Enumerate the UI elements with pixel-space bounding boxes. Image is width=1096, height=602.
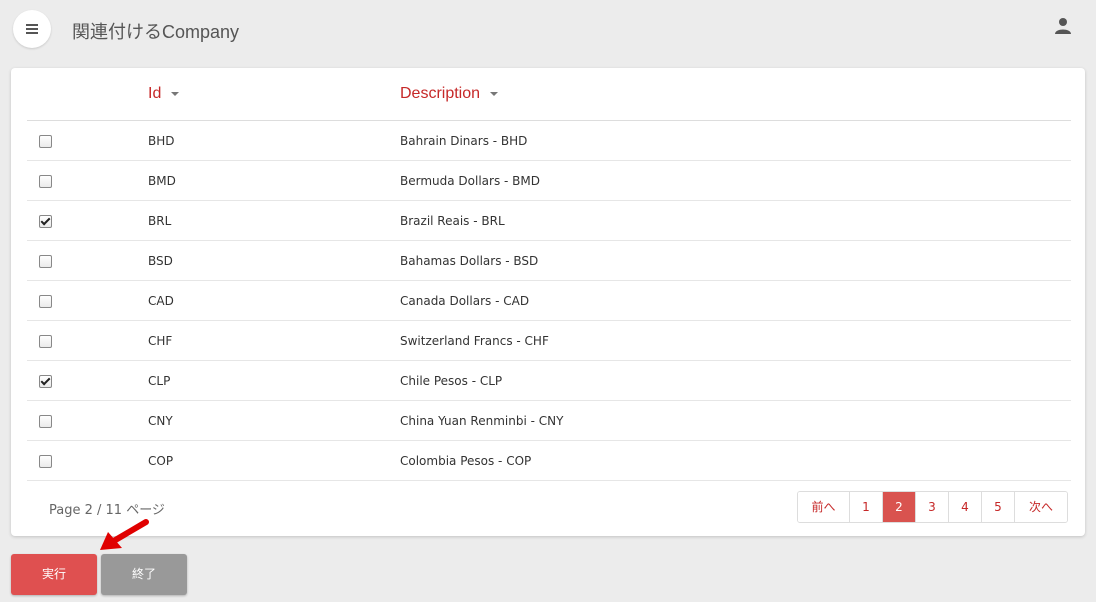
table-row[interactable]: CNY China Yuan Renminbi - CNY <box>27 400 1071 441</box>
row-checkbox[interactable] <box>39 374 52 388</box>
description-cell: China Yuan Renminbi - CNY <box>400 400 1071 441</box>
row-checkbox[interactable] <box>39 414 52 428</box>
row-checkbox[interactable] <box>39 254 52 268</box>
table-row[interactable]: BHD Bahrain Dinars - BHD <box>27 120 1071 161</box>
row-select-cell <box>27 320 148 361</box>
id-cell: CNY <box>148 400 400 441</box>
end-button[interactable]: 終了 <box>101 554 187 595</box>
description-cell: Bahrain Dinars - BHD <box>400 120 1071 161</box>
row-select-cell <box>27 400 148 441</box>
table-row[interactable]: CLP Chile Pesos - CLP <box>27 360 1071 401</box>
red-arrow-icon <box>100 519 149 550</box>
description-cell: Colombia Pesos - COP <box>400 440 1071 481</box>
row-select-cell <box>27 240 148 281</box>
menu-button[interactable] <box>13 10 51 48</box>
column-header-label: Id <box>148 85 162 102</box>
table-body: BHD Bahrain Dinars - BHD BMD Bermuda Dollar… <box>27 120 1071 481</box>
row-select-cell <box>27 280 148 321</box>
page-title: 関連付けるCompany <box>72 22 240 42</box>
caret-down-icon[interactable] <box>490 91 499 96</box>
row-checkbox[interactable] <box>39 174 52 188</box>
currency-table: Id Description BHD Bahrain Dinars - BHD BM… <box>27 68 1071 481</box>
row-select-cell <box>27 360 148 401</box>
row-checkbox[interactable] <box>39 214 52 228</box>
row-select-cell <box>27 440 148 481</box>
row-checkbox[interactable] <box>39 294 52 308</box>
caret-down-icon[interactable] <box>171 91 180 96</box>
page-button-4[interactable]: 4 <box>949 492 982 522</box>
id-cell: BRL <box>148 200 400 241</box>
next-page-button[interactable]: 次へ <box>1015 492 1067 522</box>
id-cell: BHD <box>148 120 400 161</box>
table-header-row: Id Description <box>27 68 1071 121</box>
table-row[interactable]: COP Colombia Pesos - COP <box>27 440 1071 481</box>
id-cell: COP <box>148 440 400 481</box>
id-cell: CAD <box>148 280 400 321</box>
description-cell: Canada Dollars - CAD <box>400 280 1071 321</box>
description-cell: Chile Pesos - CLP <box>400 360 1071 401</box>
table-row[interactable]: BSD Bahamas Dollars - BSD <box>27 240 1071 281</box>
table-row[interactable]: BMD Bermuda Dollars - BMD <box>27 160 1071 201</box>
app-header: 関連付けるCompany <box>0 0 1096 60</box>
table-row[interactable]: CAD Canada Dollars - CAD <box>27 280 1071 321</box>
select-column-header <box>27 68 148 121</box>
row-select-cell <box>27 160 148 201</box>
table-row[interactable]: BRL Brazil Reais - BRL <box>27 200 1071 241</box>
page-button-3[interactable]: 3 <box>916 492 949 522</box>
row-checkbox[interactable] <box>39 334 52 348</box>
description-cell: Bahamas Dollars - BSD <box>400 240 1071 281</box>
run-button[interactable]: 実行 <box>11 554 97 595</box>
page-button-1[interactable]: 1 <box>850 492 883 522</box>
row-select-cell <box>27 120 148 161</box>
id-cell: CLP <box>148 360 400 401</box>
hamburger-menu-icon <box>26 24 38 34</box>
results-card: Id Description BHD Bahrain Dinars - BHD BM… <box>11 68 1085 536</box>
id-cell: BSD <box>148 240 400 281</box>
pagination: 前へ 1 2 3 4 5 次へ <box>797 491 1068 523</box>
description-cell: Brazil Reais - BRL <box>400 200 1071 241</box>
id-cell: BMD <box>148 160 400 201</box>
user-icon[interactable] <box>1054 17 1072 35</box>
column-header-id[interactable]: Id <box>148 68 400 121</box>
page-button-2[interactable]: 2 <box>883 492 916 522</box>
row-checkbox[interactable] <box>39 454 52 468</box>
description-cell: Switzerland Francs - CHF <box>400 320 1071 361</box>
description-cell: Bermuda Dollars - BMD <box>400 160 1071 201</box>
column-header-label: Description <box>400 85 481 102</box>
id-cell: CHF <box>148 320 400 361</box>
column-header-description[interactable]: Description <box>400 68 1071 121</box>
page-button-5[interactable]: 5 <box>982 492 1015 522</box>
prev-page-button[interactable]: 前へ <box>798 492 850 522</box>
row-checkbox[interactable] <box>39 134 52 148</box>
table-row[interactable]: CHF Switzerland Francs - CHF <box>27 320 1071 361</box>
row-select-cell <box>27 200 148 241</box>
